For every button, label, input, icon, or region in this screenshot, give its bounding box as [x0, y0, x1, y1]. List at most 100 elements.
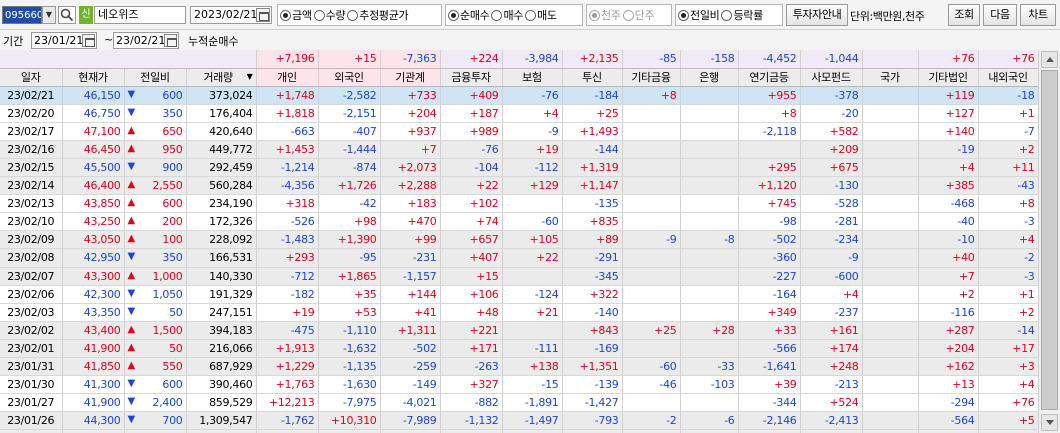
pvt-cell: -2,413: [800, 411, 863, 431]
change-wrapper: ▼ 900: [128, 161, 183, 174]
column-header-7[interactable]: 금융투자: [440, 68, 503, 87]
table-row[interactable]: 23/02/06 42,300 ▼ 1,050 191,329 -182 +35 +144 +1…: [0, 285, 1038, 304]
column-header-8[interactable]: 보험: [502, 68, 563, 87]
radio-trade-1[interactable]: 매수: [491, 7, 523, 23]
radio-compare-1[interactable]: 등락률: [721, 7, 763, 23]
code-dropdown-button[interactable]: ▼: [42, 6, 56, 24]
stock-code-input[interactable]: 095660: [2, 6, 42, 24]
table-row[interactable]: 23/02/21 46,150 ▼ 600 373,024 +1,748 -2,582 +73…: [0, 86, 1038, 105]
table-row[interactable]: 23/02/07 43,300 ▲ 1,000 140,330 -712 +1,865 -1,…: [0, 267, 1038, 286]
column-header-label: 금융투자: [451, 71, 491, 85]
corp-cell: -40: [918, 212, 979, 232]
investor-guide-button[interactable]: 투자자안내: [786, 4, 848, 26]
radio-dot-icon: [448, 9, 459, 21]
dom-cell: +76: [978, 393, 1038, 413]
column-header-10[interactable]: 기타금융: [622, 68, 681, 87]
column-header-label: 보험: [522, 71, 542, 85]
column-header-12[interactable]: 연기금등: [738, 68, 801, 87]
change-wrapper: ▼ 2,400: [128, 396, 183, 409]
scroll-up-button[interactable]: [1041, 51, 1058, 68]
start-date-input[interactable]: 23/01/21: [31, 32, 97, 49]
pen-cell: +33: [738, 321, 801, 340]
ins-cell: -112: [502, 158, 563, 178]
radio-trade-0[interactable]: 순매수: [448, 7, 490, 23]
nat-cell: [862, 339, 919, 359]
calendar-icon[interactable]: [82, 34, 95, 47]
table-row[interactable]: 23/02/20 46,750 ▼ 350 176,404 +1,818 -2,151 +20…: [0, 104, 1038, 123]
volume-cell: 172,326: [186, 212, 257, 232]
date-cell: 23/02/06: [0, 285, 63, 304]
table-row[interactable]: 23/02/17 47,100 ▲ 650 420,640 -663 -407 +937 +98…: [0, 122, 1038, 141]
radio-value-2[interactable]: 추정평균가: [347, 7, 409, 23]
column-header-5[interactable]: 외국인: [318, 68, 381, 87]
next-button[interactable]: 다음: [983, 4, 1017, 26]
stock-name-field[interactable]: 네오위즈: [94, 6, 186, 24]
table-row[interactable]: 23/02/08 42,950 ▼ 350 166,531 +293 -95 -231 +407…: [0, 248, 1038, 268]
table-row[interactable]: 23/02/13 43,850 ▲ 600 234,190 +318 -42 +183 +102…: [0, 194, 1038, 214]
ind-cell: +1,763: [256, 375, 319, 395]
column-header-16[interactable]: 내외국인: [978, 68, 1038, 87]
bnk-cell: [680, 176, 739, 196]
radio-value-1[interactable]: 수량: [313, 7, 346, 23]
end-date-input[interactable]: 23/02/21: [113, 32, 179, 49]
table-row[interactable]: 23/01/30 41,300 ▼ 600 390,460 +1,763 -1,630 -14…: [0, 375, 1038, 395]
column-header-6[interactable]: 기관계: [380, 68, 441, 87]
scroll-thumb[interactable]: [1041, 70, 1058, 410]
change-wrapper: ▲ 50: [128, 342, 183, 355]
search-button[interactable]: [58, 6, 76, 24]
table-row[interactable]: 23/02/03 43,350 ▼ 50 247,151 +19 +53 +41 +48 +21-…: [0, 303, 1038, 322]
table-row[interactable]: 23/02/15 45,500 ▼ 900 292,459 -1,214 -874 +2,07…: [0, 158, 1038, 178]
table-row[interactable]: 23/02/14 46,400 ▲ 2,550 560,284 -4,356 +1,726 +…: [0, 176, 1038, 196]
nat-cell: [862, 140, 919, 159]
column-header-1[interactable]: 현재가: [62, 68, 125, 87]
column-header-2[interactable]: 전일비: [124, 68, 187, 87]
radio-value-0[interactable]: 금액: [280, 7, 312, 23]
inst-cell: +2,288: [380, 176, 441, 196]
change-wrapper: ▼ 50: [128, 306, 183, 319]
calendar-icon[interactable]: [256, 8, 270, 22]
radio-trade-2[interactable]: 매도: [525, 7, 557, 23]
inst-cell: +183: [380, 194, 441, 214]
table-row[interactable]: 23/02/02 43,400 ▲ 1,500 394,183 -475 -1,110 +1,…: [0, 321, 1038, 340]
date-input[interactable]: 2023/02/21: [190, 6, 272, 24]
trs-cell: -793: [562, 411, 623, 431]
oth-cell: +25: [622, 321, 681, 340]
change-value: 350: [162, 106, 183, 120]
table-row[interactable]: 23/02/09 43,050 ▲ 100 228,092 -1,483 +1,390 +99…: [0, 230, 1038, 250]
table-row[interactable]: 23/02/10 43,250 ▲ 200 172,326 -526 +98 +470 +74-…: [0, 212, 1038, 232]
triangle-up-icon: ▲: [127, 341, 136, 353]
column-header-14[interactable]: 국가: [862, 68, 919, 87]
table-row[interactable]: 23/01/31 41,850 ▲ 550 687,929 +1,229 -1,135 -25…: [0, 357, 1038, 377]
change-wrapper: ▼ 1,050: [128, 288, 183, 301]
table-row[interactable]: 23/02/01 41,900 ▲ 50 216,066 +1,913 -1,632 -502…: [0, 339, 1038, 359]
summary-domestic-foreign: +76: [978, 50, 1038, 69]
dom-cell: +17: [978, 339, 1038, 359]
date-cell: 23/02/02: [0, 321, 63, 340]
table-row[interactable]: 23/02/16 46,450 ▲ 950 449,772 +1,453 -1,444 +7-…: [0, 140, 1038, 159]
column-header-13[interactable]: 사모펀드: [800, 68, 863, 87]
frn-cell: +1,390: [318, 230, 381, 250]
chevron-down-icon: [1046, 420, 1054, 425]
chart-button[interactable]: 차트: [1020, 4, 1056, 26]
column-header-4[interactable]: 개인: [256, 68, 319, 87]
period-label: 기간: [3, 35, 24, 48]
scroll-down-button[interactable]: [1041, 414, 1058, 431]
column-header-11[interactable]: 은행: [680, 68, 739, 87]
sort-down-icon[interactable]: ▼: [247, 72, 253, 81]
column-header-3[interactable]: 거래량 ▼: [186, 68, 257, 87]
radio-unit-1[interactable]: 단주: [622, 7, 655, 23]
column-header-15[interactable]: 기타법인: [918, 68, 979, 87]
radio-compare-0[interactable]: 전일비: [678, 7, 720, 23]
table-row[interactable]: 23/01/26 44,300 ▼ 700 1,309,547 -1,762 +10,310…: [0, 411, 1038, 431]
corp-cell: +119: [918, 86, 979, 105]
column-header-0[interactable]: 일자: [0, 68, 63, 87]
vertical-scrollbar[interactable]: [1038, 50, 1060, 433]
table-row[interactable]: 23/01/27 41,900 ▼ 2,400 859,529 +12,213 -7,975…: [0, 393, 1038, 413]
column-header-9[interactable]: 투신: [562, 68, 623, 87]
query-button[interactable]: 조회: [948, 4, 980, 26]
calendar-icon[interactable]: [164, 34, 177, 47]
change-value: 50: [169, 305, 183, 319]
oth-cell: [622, 285, 681, 304]
inst-cell: +937: [380, 122, 441, 141]
radio-unit-0[interactable]: 천주: [589, 7, 621, 23]
